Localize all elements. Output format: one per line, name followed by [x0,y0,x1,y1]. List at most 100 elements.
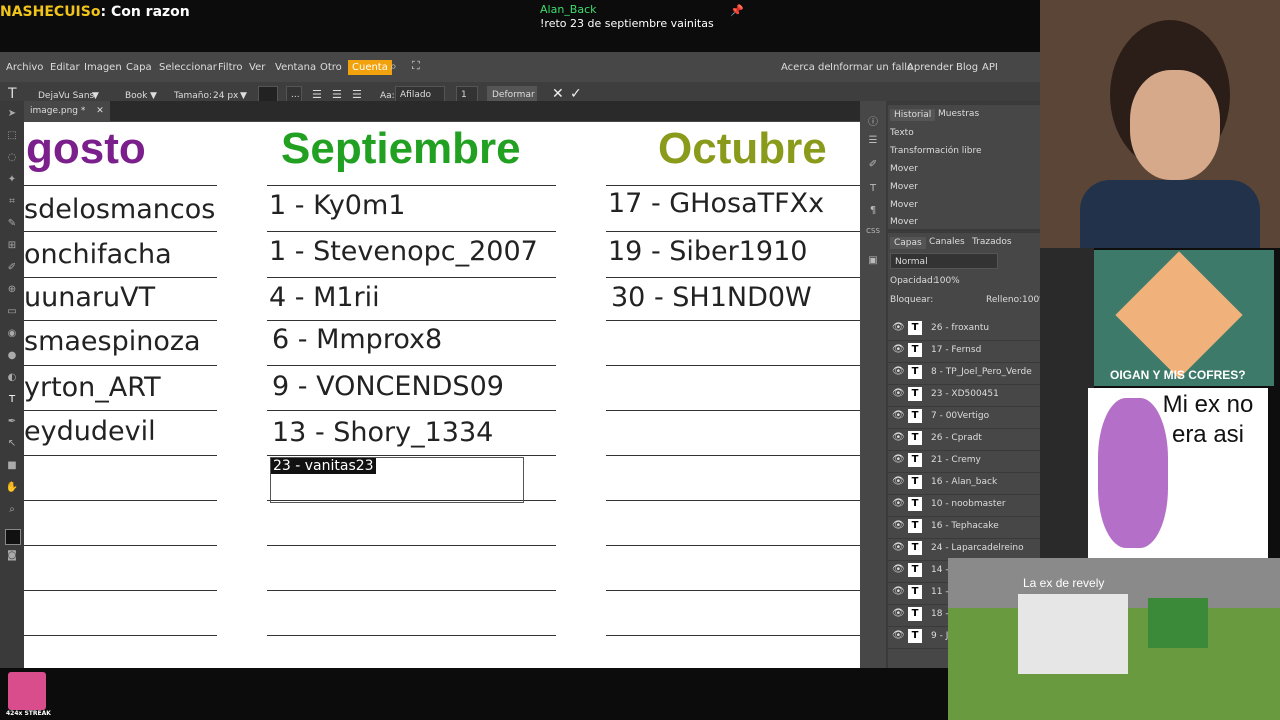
menu-informar[interactable]: Informar un fallo [830,62,913,73]
move-tool-icon[interactable]: ➤ [5,107,19,121]
layer-row[interactable]: 👁 T 17 - Fernsd [888,340,1040,363]
align-right-icon[interactable]: ☰ [352,88,362,101]
eye-icon[interactable]: 👁 [892,454,905,465]
brush-settings-icon[interactable]: ✐ [866,159,880,173]
tab-image-png[interactable]: image.png * ✕ [24,101,110,121]
eye-icon[interactable]: 👁 [892,476,905,487]
menu-archivo[interactable]: Archivo [6,62,43,73]
tab-muestras[interactable]: Muestras [938,109,979,119]
eye-icon[interactable]: 👁 [892,432,905,443]
menu-capa[interactable]: Capa [126,62,152,73]
eye-icon[interactable]: 👁 [892,344,905,355]
menu-api[interactable]: API [982,62,998,73]
history-item[interactable]: Mover [890,179,1038,196]
close-icon[interactable]: ✕ [96,106,104,116]
hand-tool-icon[interactable]: ✋ [5,481,19,495]
eye-icon[interactable]: 👁 [892,366,905,377]
spacing-select[interactable]: 1 [456,86,478,102]
cancel-icon[interactable]: ✕ [552,86,564,102]
menu-ventana[interactable]: Ventana [275,62,316,73]
text-tool-icon[interactable]: T [8,86,17,102]
css-icon[interactable]: CSS [866,227,880,241]
menu-blog[interactable]: Blog [956,62,978,73]
properties-icon[interactable]: ☰ [866,135,880,149]
blur-tool-icon[interactable]: ● [5,349,19,363]
menu-cuenta[interactable]: Cuenta [348,60,392,75]
tab-historial[interactable]: Historial [890,109,936,121]
menu-seleccionar[interactable]: Seleccionar [159,62,217,73]
clone-tool-icon[interactable]: ⊕ [5,283,19,297]
lasso-tool-icon[interactable]: ◌ [5,151,19,165]
eye-icon[interactable]: 👁 [892,322,905,333]
pen-tool-icon[interactable]: ✒ [5,415,19,429]
tab-canales[interactable]: Canales [929,237,965,247]
history-item[interactable]: Mover [890,161,1038,178]
eye-icon[interactable]: 👁 [892,388,905,399]
opacity-input[interactable]: 100% [934,276,960,286]
font-weight-select[interactable]: Book [125,91,147,101]
eye-icon[interactable]: 👁 [892,586,905,597]
layer-row[interactable]: 👁 T 16 - Alan_back [888,472,1040,495]
shape-tool-icon[interactable]: ■ [5,459,19,473]
text-color-swatch[interactable] [258,86,278,102]
layer-row[interactable]: 👁 T 8 - TP_Joel_Pero_Verde [888,362,1040,385]
dodge-tool-icon[interactable]: ◐ [5,371,19,385]
fullscreen-icon[interactable]: ⛶ [412,59,420,73]
menu-aprender[interactable]: Aprender [907,62,953,73]
menu-acerca[interactable]: Acerca de [781,62,831,73]
font-size-input[interactable]: 24 px [213,91,238,101]
menu-otro[interactable]: Otro [320,62,342,73]
eye-icon[interactable]: 👁 [892,630,905,641]
layer-row[interactable]: 👁 T 7 - 00Vertigo [888,406,1040,429]
layer-row[interactable]: 👁 T 26 - Cpradt [888,428,1040,451]
healing-tool-icon[interactable]: ⊞ [5,239,19,253]
history-item[interactable]: Texto [890,125,1038,142]
fill-tool-icon[interactable]: ◉ [5,327,19,341]
align-center-icon[interactable]: ☰ [332,88,342,101]
eye-icon[interactable]: 👁 [892,608,905,619]
deform-button[interactable]: Deformar [487,86,537,102]
antialias-select[interactable]: Afilado [395,86,445,102]
align-left-icon[interactable]: ☰ [312,88,322,101]
eye-icon[interactable]: 👁 [892,542,905,553]
path-select-icon[interactable]: ↖ [5,437,19,451]
layer-row[interactable]: 👁 T 16 - Tephacake [888,516,1040,539]
layer-row[interactable]: 👁 T 21 - Cremy [888,450,1040,473]
crop-tool-icon[interactable]: ⌗ [5,195,19,209]
editing-text[interactable]: 23 - vanitas23 [271,458,376,474]
magic-wand-icon[interactable]: ✦ [5,173,19,187]
canvas[interactable]: gosto Septiembre Octubre sdelosmancos on… [24,122,860,668]
zoom-tool-icon[interactable]: ⌕ [5,503,19,517]
menu-editar[interactable]: Editar [50,62,80,73]
tab-trazados[interactable]: Trazados [972,237,1012,247]
foreground-color-swatch[interactable] [5,529,21,545]
history-item[interactable]: Transformación libre [890,143,1038,160]
eyedropper-icon[interactable]: ✎ [5,217,19,231]
tab-capas[interactable]: Capas [890,237,926,249]
menu-filtro[interactable]: Filtro [218,62,243,73]
character-icon[interactable]: T [866,183,880,197]
confirm-icon[interactable]: ✓ [570,86,582,102]
blend-mode-select[interactable]: Normal [890,253,998,269]
eye-icon[interactable]: 👁 [892,498,905,509]
history-item[interactable]: Mover [890,215,1038,229]
paragraph-icon[interactable]: ¶ [866,205,880,219]
image-icon[interactable]: ▣ [866,255,880,269]
layer-row[interactable]: 👁 T 10 - noobmaster [888,494,1040,517]
layer-row[interactable]: 👁 T 23 - XD500451 [888,384,1040,407]
layer-row[interactable]: 👁 T 26 - froxantu [888,318,1040,341]
marquee-tool-icon[interactable]: ⬚ [5,129,19,143]
eye-icon[interactable]: 👁 [892,410,905,421]
font-family-select[interactable]: DejaVu Sans [38,91,94,101]
info-icon[interactable]: ⓘ [866,113,880,128]
history-item[interactable]: Mover [890,197,1038,214]
more-button[interactable]: ... [286,86,302,102]
text-bounding-box[interactable]: 23 - vanitas23 [270,457,524,503]
eraser-tool-icon[interactable]: ▭ [5,305,19,319]
eye-icon[interactable]: 👁 [892,520,905,531]
quick-mask-icon[interactable]: ◙ [5,549,19,563]
search-icon[interactable]: ⌕ [390,59,397,74]
menu-ver[interactable]: Ver [249,62,265,73]
menu-imagen[interactable]: Imagen [84,62,122,73]
brush-tool-icon[interactable]: ✐ [5,261,19,275]
